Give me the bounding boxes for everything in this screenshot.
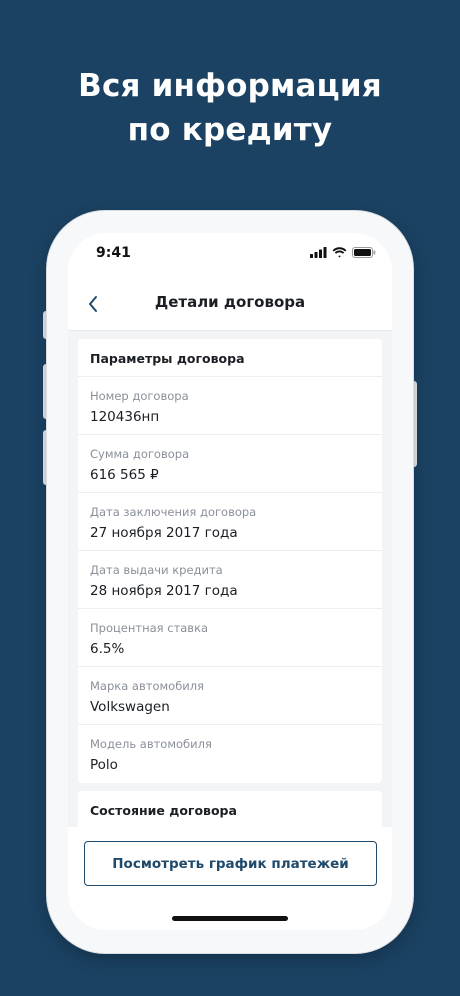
home-indicator [172, 916, 288, 921]
field-contract-amount: Сумма договора 616 565 ₽ [78, 435, 382, 493]
field-interest-rate: Процентная ставка 6.5% [78, 609, 382, 667]
navigation-bar: Детали договора [68, 277, 392, 331]
field-label: Номер договора [90, 389, 189, 403]
headline-line-1: Вся информация [78, 68, 382, 104]
cellular-signal-icon [310, 247, 327, 258]
field-car-brand: Марка автомобиля Volkswagen [78, 667, 382, 725]
phone-frame: 9:41 Детали договора Параметры договора … [47, 211, 413, 953]
field-label: Марка автомобиля [90, 679, 205, 693]
contract-params-card: Параметры договора Номер договора 120436… [78, 339, 382, 783]
section-title: Состояние договора [78, 791, 382, 831]
field-value: 120436нп [90, 409, 160, 425]
bottom-bar: Посмотреть график платежей [68, 827, 392, 930]
field-contract-number: Номер договора 120436нп [78, 377, 382, 435]
wifi-icon [332, 247, 347, 258]
field-issue-date: Дата выдачи кредита 28 ноября 2017 года [78, 551, 382, 609]
field-value: 27 ноября 2017 года [90, 525, 238, 541]
field-value: Volkswagen [90, 699, 170, 715]
field-value: 28 ноября 2017 года [90, 583, 238, 599]
field-value: Polo [90, 757, 118, 773]
page-title: Детали договора [154, 293, 306, 311]
phone-screen: 9:41 Детали договора Параметры договора … [68, 233, 392, 930]
field-label: Дата выдачи кредита [90, 563, 223, 577]
field-contract-date: Дата заключения договора 27 ноября 2017 … [78, 493, 382, 551]
status-bar: 9:41 [68, 233, 392, 277]
status-icons [310, 247, 376, 258]
section-title: Параметры договора [78, 339, 382, 377]
status-time: 9:41 [96, 245, 131, 261]
field-value: 6.5% [90, 641, 125, 657]
field-value: 616 565 ₽ [90, 467, 159, 483]
view-payment-schedule-button[interactable]: Посмотреть график платежей [84, 841, 377, 886]
field-label: Процентная ставка [90, 621, 209, 635]
battery-icon [352, 247, 376, 258]
field-label: Дата заключения договора [90, 505, 257, 519]
field-label: Сумма договора [90, 447, 190, 461]
field-label: Модель автомобиля [90, 737, 212, 751]
promo-headline: Вся информация по кредиту [0, 64, 460, 152]
field-car-model: Модель автомобиля Polo [78, 725, 382, 783]
headline-line-2: по кредиту [127, 112, 333, 148]
